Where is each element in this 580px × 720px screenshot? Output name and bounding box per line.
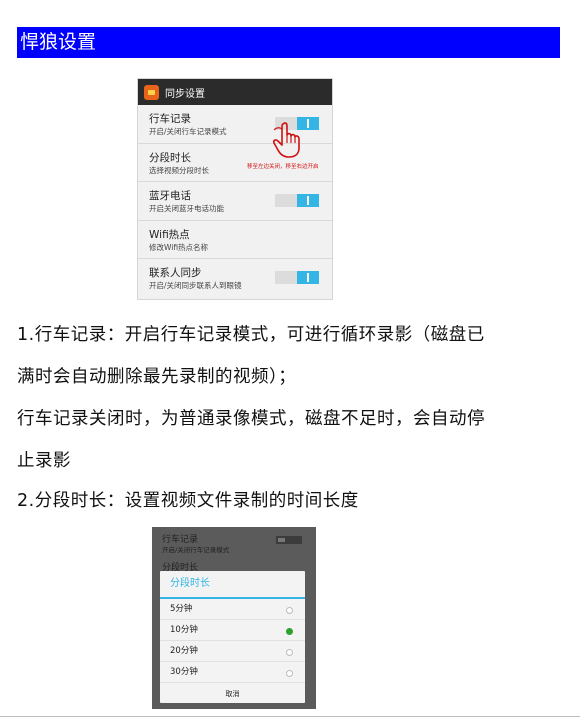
setting-subtitle: 修改Wifi热点名称 bbox=[149, 242, 209, 252]
settings-screenshot: 同步设置 行车记录 开启/关闭行车记录模式 分段时长 选择视频分段时长 蓝牙电话… bbox=[137, 78, 333, 300]
duration-option-5[interactable]: 5分钟 bbox=[160, 599, 305, 620]
bluetooth-phone-toggle[interactable] bbox=[275, 194, 319, 207]
radio-icon[interactable] bbox=[286, 607, 293, 614]
setting-row-driving-record[interactable]: 行车记录 开启/关闭行车记录模式 bbox=[138, 105, 332, 144]
paragraph-line-3: 行车记录关闭时，为普通录像模式，磁盘不足时，会自动停 bbox=[17, 409, 485, 429]
duration-option-30[interactable]: 30分钟 bbox=[160, 662, 305, 683]
contact-sync-toggle[interactable] bbox=[275, 271, 319, 284]
paragraph-line-2: 满时会自动删除最先录制的视频）； bbox=[17, 367, 297, 387]
settings-header-title: 同步设置 bbox=[165, 88, 205, 100]
duration-option-10[interactable]: 10分钟 bbox=[160, 620, 305, 641]
setting-row-contact-sync[interactable]: 联系人同步 开启/关闭同步联系人到眼镜 bbox=[138, 259, 332, 298]
section-title: 悍狼设置 bbox=[17, 27, 560, 58]
duration-dialog-screenshot: 行车记录 开启/关闭行车记录模式 分段时长 分段时长 5分钟 10分钟 20分钟… bbox=[152, 527, 316, 709]
duration-option-20[interactable]: 20分钟 bbox=[160, 641, 305, 662]
app-icon bbox=[144, 84, 159, 100]
hand-pointer-icon bbox=[273, 122, 300, 158]
option-label: 30分钟 bbox=[170, 667, 198, 677]
setting-row-wifi-hotspot[interactable]: Wifi热点 修改Wifi热点名称 bbox=[138, 221, 332, 259]
option-label: 10分钟 bbox=[170, 625, 198, 635]
settings-header: 同步设置 bbox=[138, 79, 332, 105]
paragraph-line-4: 止录影 bbox=[17, 451, 71, 471]
radio-selected-icon[interactable] bbox=[286, 628, 293, 635]
option-label: 5分钟 bbox=[170, 604, 193, 614]
paragraph-line-5: 2.分段时长：设置视频文件录制的时间长度 bbox=[17, 491, 359, 511]
radio-icon[interactable] bbox=[286, 649, 293, 656]
setting-row-bluetooth-phone[interactable]: 蓝牙电话 开启关闭蓝牙电话功能 bbox=[138, 182, 332, 221]
background-setting-subtitle: 开启/关闭行车记录模式 bbox=[162, 546, 230, 554]
radio-icon[interactable] bbox=[286, 670, 293, 677]
background-toggle bbox=[276, 536, 302, 544]
toggle-hint-annotation: 移至左边关闭，移至右边开启 bbox=[247, 164, 319, 170]
segment-duration-dialog: 分段时长 5分钟 10分钟 20分钟 30分钟 取消 bbox=[160, 571, 305, 703]
cancel-button[interactable]: 取消 bbox=[160, 683, 305, 705]
dialog-title: 分段时长 bbox=[160, 571, 305, 599]
setting-title: Wifi热点 bbox=[149, 228, 190, 241]
paragraph-line-1: 1.行车记录：开启行车记录模式，可进行循环录影（磁盘已 bbox=[17, 325, 485, 345]
option-label: 20分钟 bbox=[170, 646, 198, 656]
page-bottom-divider bbox=[0, 716, 580, 717]
